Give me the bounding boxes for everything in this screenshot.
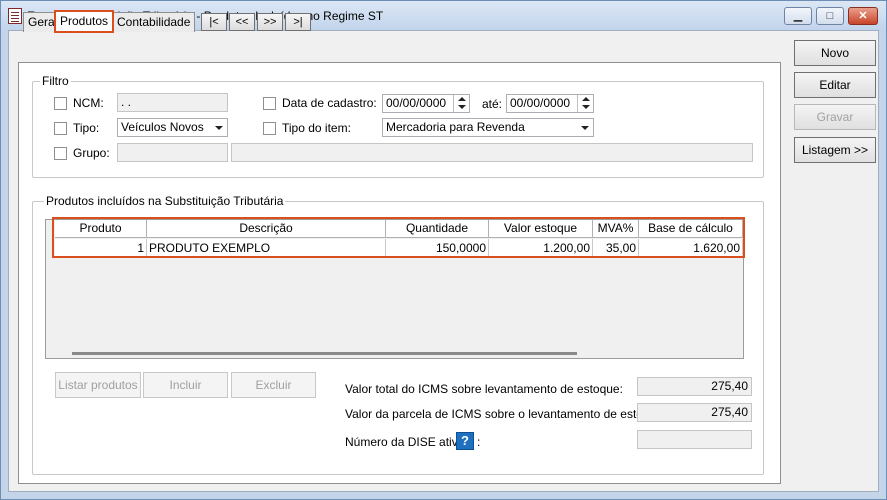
incluir-button[interactable]: Incluir — [143, 372, 228, 398]
data-from-value: 00/00/0000 — [386, 96, 447, 110]
chevron-down-icon[interactable] — [577, 120, 592, 135]
data-to-value: 00/00/0000 — [510, 96, 571, 110]
ncm-field[interactable]: . . — [117, 93, 228, 112]
last-record-button[interactable]: >| — [285, 13, 311, 31]
horizontal-scrollbar[interactable] — [72, 352, 577, 355]
produtos-legend: Produtos incluídos na Substituição Tribu… — [44, 194, 286, 208]
date-spinner-icon[interactable] — [577, 95, 593, 112]
ate-label: até: — [482, 97, 503, 111]
next-record-button[interactable]: >> — [257, 13, 283, 31]
app-icon — [8, 8, 22, 24]
gravar-button[interactable]: Gravar — [794, 104, 876, 130]
dise-label: Número da DISE ativa — [345, 435, 465, 449]
chevron-down-icon[interactable] — [211, 120, 226, 135]
ncm-checkbox[interactable] — [54, 97, 67, 110]
grupo-checkbox[interactable] — [54, 147, 67, 160]
minimize-button[interactable]: ▁ — [784, 7, 812, 25]
tipo-select[interactable]: Veículos Novos — [117, 118, 228, 137]
previous-record-button[interactable]: << — [229, 13, 255, 31]
novo-button[interactable]: Novo — [794, 40, 876, 66]
tipo-item-select[interactable]: Mercadoria para Revenda — [382, 118, 594, 137]
tipo-item-label: Tipo do item: — [282, 121, 351, 135]
data-cadastro-label: Data de cadastro: — [282, 96, 377, 110]
filtro-legend: Filtro — [40, 74, 71, 88]
tipo-item-checkbox[interactable] — [263, 122, 276, 135]
tipo-label: Tipo: — [73, 121, 100, 135]
editar-button[interactable]: Editar — [794, 72, 876, 98]
grupo-code-field[interactable] — [117, 143, 228, 162]
ncm-label: NCM: — [73, 96, 104, 110]
dise-field — [637, 430, 752, 449]
tab-produtos[interactable]: Produtos — [54, 10, 115, 33]
dise-colon: : — [477, 435, 481, 449]
icms-total-label: Valor total do ICMS sobre levantamento d… — [345, 382, 623, 396]
data-cadastro-to-field[interactable]: 00/00/0000 — [506, 94, 594, 113]
excluir-button[interactable]: Excluir — [231, 372, 316, 398]
table-highlight-frame — [52, 217, 745, 258]
grupo-description-field — [231, 143, 753, 162]
close-button[interactable]: ✕ — [848, 7, 878, 25]
grupo-label: Grupo: — [73, 146, 110, 160]
maximize-button[interactable]: □ — [816, 7, 844, 25]
tipo-checkbox[interactable] — [54, 122, 67, 135]
tipo-item-select-value: Mercadoria para Revenda — [386, 120, 525, 134]
tipo-select-value: Veículos Novos — [121, 120, 204, 134]
first-record-button[interactable]: |< — [201, 13, 227, 31]
data-cadastro-checkbox[interactable] — [263, 97, 276, 110]
icms-total-field: 275,40 — [637, 377, 752, 396]
listar-produtos-button[interactable]: Listar produtos — [55, 372, 141, 398]
help-icon[interactable]: ? — [456, 432, 474, 450]
icms-parcela-field: 275,40 — [637, 403, 752, 422]
data-cadastro-from-field[interactable]: 00/00/0000 — [382, 94, 470, 113]
listagem-button[interactable]: Listagem >> — [794, 137, 876, 163]
tab-contabilidade[interactable]: Contabilidade — [112, 12, 196, 32]
date-spinner-icon[interactable] — [453, 95, 469, 112]
icms-parcela-label: Valor da parcela de ICMS sobre o levanta… — [345, 407, 667, 421]
